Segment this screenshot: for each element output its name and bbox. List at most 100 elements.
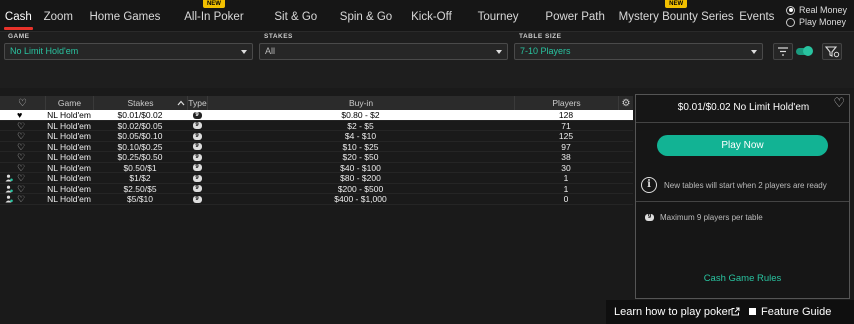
buyin-cell: $40 - $100 <box>340 162 381 173</box>
stakes-filter-select[interactable]: All <box>259 43 508 60</box>
cash-game-rules-link[interactable]: Cash Game Rules <box>636 273 849 284</box>
feature-guide-icon <box>749 308 756 315</box>
tab-label: Events <box>739 11 775 23</box>
table-size-filter-select[interactable]: 7-10 Players <box>514 43 763 60</box>
game-cell: NL Hold'em <box>47 183 91 194</box>
tab-label: Sit & Go <box>274 11 318 23</box>
filter-toggle[interactable] <box>796 46 813 56</box>
game-cell: NL Hold'em <box>47 141 91 152</box>
table-size-filter-value: 7-10 Players <box>520 46 571 56</box>
players-column-header[interactable]: Players <box>514 96 618 110</box>
table-row[interactable]: ♡ NL Hold'em $0.25/$0.50 9 $20 - $50 38 <box>0 152 633 163</box>
real-money-option[interactable]: Real Money <box>786 4 854 16</box>
table-row[interactable]: ♥ NL Hold'em $0.01/$0.02 9 $0.80 - $2 128 <box>0 110 633 121</box>
players-cell: 128 <box>558 110 574 120</box>
game-filter-select[interactable]: No Limit Hold'em <box>4 43 253 60</box>
stakes-filter-label: STAKES <box>264 33 293 40</box>
type-column-header[interactable]: Type <box>187 96 207 110</box>
advanced-filter-button[interactable] <box>822 43 842 60</box>
tab-all-in-poker[interactable]: All-In Poker NEW <box>170 0 258 32</box>
players-cell: 0 <box>563 194 569 204</box>
tab-mystery-bounty-series[interactable]: Mystery Bounty Series NEW <box>619 0 734 32</box>
table-row[interactable]: ♡ NL Hold'em $0.05/$0.10 9 $4 - $10 125 <box>0 131 633 142</box>
heart-outline-icon[interactable]: ♡ <box>17 121 25 132</box>
chevron-down-icon <box>751 50 757 54</box>
buyin-cell: $20 - $50 <box>342 152 379 162</box>
tab-tourney[interactable]: Tourney <box>465 0 532 32</box>
column-settings-button[interactable]: ⚙ <box>618 96 633 110</box>
buyin-cell: $200 - $500 <box>337 183 384 194</box>
type-cell: 9 <box>187 194 207 205</box>
table-row[interactable]: ♡ NL Hold'em $5/$10 9 $400 - $1,000 0 <box>0 194 633 205</box>
game-cell: NL Hold'em <box>47 194 91 204</box>
type-cell: 9 <box>187 184 207 195</box>
real-money-radio[interactable] <box>786 5 795 15</box>
learn-poker-link[interactable]: Learn how to play poker <box>614 306 731 318</box>
sort-ascending-icon <box>177 100 185 106</box>
stakes-cell: $0.02/$0.05 <box>117 120 163 131</box>
favorites-column-header[interactable]: ♡ <box>0 96 45 110</box>
new-badge: NEW <box>665 0 688 8</box>
heart-outline-icon[interactable]: ♡ <box>17 184 25 195</box>
tab-kick-off[interactable]: Kick-Off <box>398 0 464 32</box>
tab-cash[interactable]: Cash <box>0 0 37 32</box>
tab-label: Cash <box>4 11 32 23</box>
feature-guide-button[interactable]: Feature Guide <box>761 306 831 318</box>
play-money-radio[interactable] <box>786 17 795 27</box>
person-icon <box>5 174 13 182</box>
stakes-column-label: Stakes <box>127 98 154 108</box>
game-tabs: Cash Zoom Home Games All-In Poker NEW Sit & G… <box>0 0 780 32</box>
heart-outline-icon[interactable]: ♡ <box>17 152 25 163</box>
players-cell: 1 <box>563 183 569 194</box>
table-row[interactable]: ♡ NL Hold'em $1/$2 9 $80 - $200 1 <box>0 173 633 184</box>
max-players-badge: 9 <box>192 111 202 119</box>
heart-outline-icon[interactable]: ♡ <box>17 194 25 205</box>
table-row[interactable]: ♡ NL Hold'em $0.50/$1 9 $40 - $100 30 <box>0 162 633 174</box>
heart-outline-icon[interactable]: ♡ <box>17 131 25 142</box>
filter-bar: GAME No Limit Hold'em STAKES All TABLE S… <box>0 32 854 88</box>
table-header: ♡ Game Stakes Type Buy-in Players ⚙ <box>0 96 633 110</box>
tab-home-games[interactable]: Home Games <box>80 0 170 32</box>
max-players-badge: 9 <box>192 185 202 193</box>
game-column-header[interactable]: Game <box>45 96 93 110</box>
external-link-icon <box>731 307 740 316</box>
players-cell: 97 <box>561 141 571 152</box>
game-cell: NL Hold'em <box>47 110 91 120</box>
tab-label: Zoom <box>43 11 73 23</box>
tab-power-path[interactable]: Power Path <box>532 0 619 32</box>
stakes-cell: $0.50/$1 <box>123 162 157 173</box>
max-players-badge: 9 <box>192 195 202 203</box>
panel-divider <box>636 122 849 123</box>
heart-outline-icon[interactable]: ♡ <box>17 163 25 174</box>
type-cell: 9 <box>187 110 207 121</box>
play-money-option[interactable]: Play Money <box>786 16 854 28</box>
tab-label: Power Path <box>545 11 605 23</box>
stakes-column-header[interactable]: Stakes <box>93 96 187 110</box>
heart-outline-icon[interactable]: ♡ <box>17 173 25 184</box>
table-row[interactable]: ♡ NL Hold'em $0.10/$0.25 9 $10 - $25 97 <box>0 141 633 153</box>
max-players-badge: 9 <box>192 164 202 172</box>
tab-events[interactable]: Events <box>734 0 780 32</box>
panel-title: $0.01/$0.02 No Limit Hold'em <box>677 102 810 113</box>
buyin-cell: $400 - $1,000 <box>334 194 387 204</box>
chevron-down-icon <box>241 50 247 54</box>
stakes-filter-value: All <box>265 46 276 56</box>
game-filter-value: No Limit Hold'em <box>10 46 79 56</box>
sort-filter-button[interactable] <box>773 43 793 60</box>
players-cell: 71 <box>561 120 571 131</box>
buyin-column-header[interactable]: Buy-in <box>207 96 514 110</box>
tab-zoom[interactable]: Zoom <box>37 0 80 32</box>
players-cell: 125 <box>558 131 574 141</box>
table-row[interactable]: ♡ NL Hold'em $2.50/$5 9 $200 - $500 1 <box>0 183 633 195</box>
play-money-label: Play Money <box>799 17 847 27</box>
tab-sit-go[interactable]: Sit & Go <box>258 0 334 32</box>
table-size-filter-label: TABLE SIZE <box>519 33 562 40</box>
play-now-button[interactable]: Play Now <box>657 135 828 156</box>
heart-outline-icon[interactable]: ♡ <box>833 95 845 111</box>
tab-spin-go[interactable]: Spin & Go <box>334 0 399 32</box>
tab-label: Tourney <box>477 11 519 23</box>
tab-label: All-In Poker <box>184 11 244 23</box>
table-row[interactable]: ♡ NL Hold'em $0.02/$0.05 9 $2 - $5 71 <box>0 120 633 132</box>
heart-filled-icon[interactable]: ♥ <box>17 110 22 121</box>
heart-outline-icon[interactable]: ♡ <box>17 142 25 153</box>
